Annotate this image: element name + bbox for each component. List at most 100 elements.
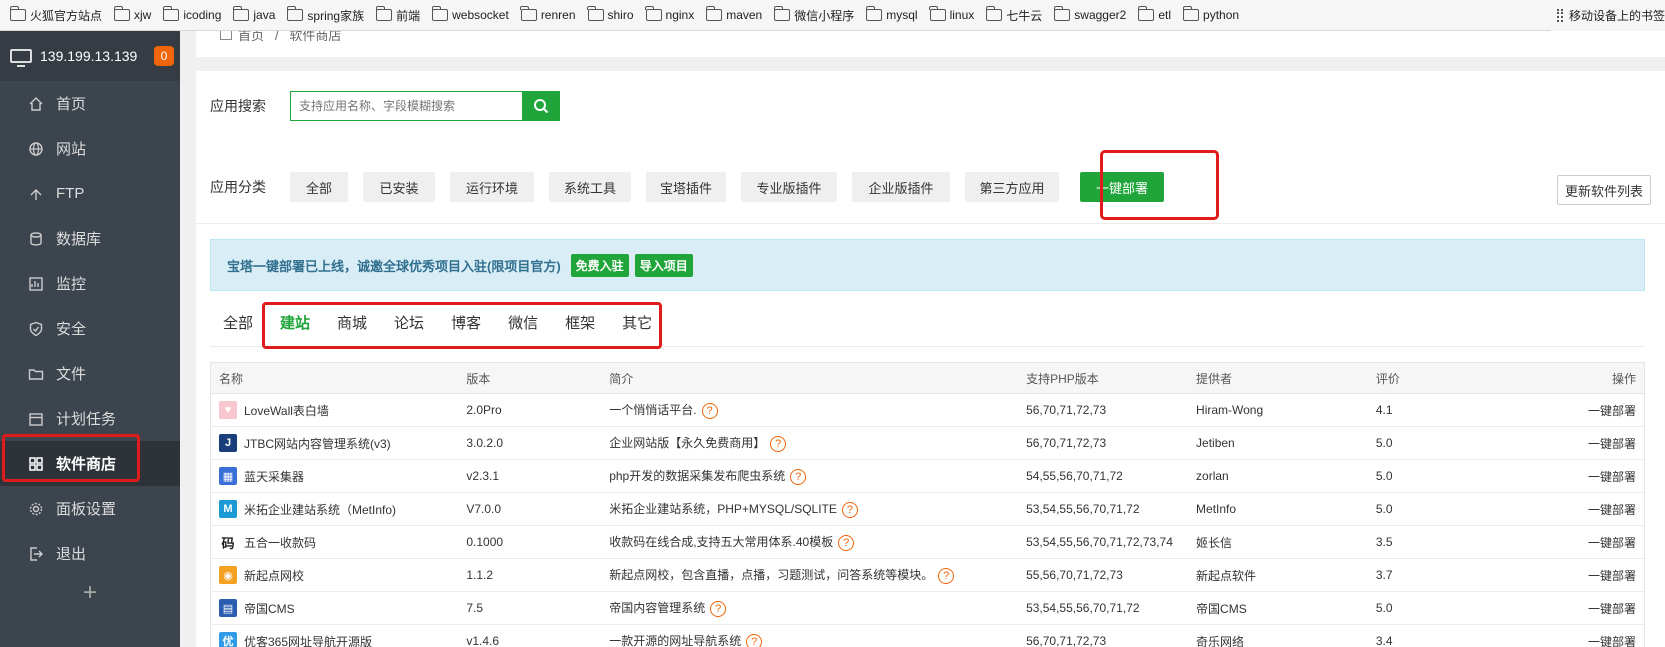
desc-text: 米拓企业建站系统，PHP+MYSQL/SQLITE	[609, 502, 837, 517]
bookmark-folder[interactable]: 前端	[375, 6, 420, 24]
deploy-button[interactable]: 一键部署	[1477, 459, 1645, 493]
desc-text: 一个悄悄话平台.	[609, 403, 697, 418]
bookmark-folder[interactable]: java	[232, 6, 275, 22]
globe-icon	[28, 141, 44, 157]
help-icon[interactable]: ?	[746, 633, 763, 647]
table-row: M 米拓企业建站系统（MetInfo) V7.0.0 米拓企业建站系统，PHP+MYS…	[210, 492, 1645, 526]
deploy-button[interactable]: 一键部署	[1477, 393, 1645, 427]
table-header: 名称 版本 简介 支持PHP版本 提供者 评价 操作	[210, 362, 1645, 394]
sidebar-item[interactable]: 退出	[0, 531, 180, 576]
bookmark-folder[interactable]: 火狐官方站点	[9, 6, 103, 24]
bookmark-folder[interactable]: spring家族	[287, 6, 364, 24]
sidebar-item[interactable]: 文件	[0, 351, 180, 396]
deploy-button[interactable]: 一键部署	[1477, 591, 1645, 625]
bookmark-folder[interactable]: linux	[929, 6, 974, 22]
category-button[interactable]: 系统工具	[549, 172, 631, 202]
bookmark-folder[interactable]: renren	[520, 6, 576, 22]
help-icon[interactable]: ?	[790, 468, 807, 485]
update-list-button[interactable]: 更新软件列表	[1557, 175, 1651, 205]
help-icon[interactable]: ?	[701, 402, 718, 419]
cell-name: ◉ 新起点网校	[210, 558, 459, 592]
import-project-button[interactable]: 导入项目	[634, 253, 693, 277]
category-button[interactable]: 专业版插件	[741, 172, 837, 202]
sidebar-item[interactable]: 监控	[0, 261, 180, 306]
help-icon[interactable]: ?	[838, 534, 855, 551]
folder-icon	[375, 6, 393, 21]
category-button[interactable]: 已安装	[363, 172, 435, 202]
cell-provider[interactable]: zorlan	[1188, 459, 1368, 493]
sidebar-item[interactable]: 面板设置	[0, 486, 180, 531]
bookmark-folder[interactable]: websocket	[431, 6, 509, 22]
shield-icon	[28, 321, 44, 337]
help-icon[interactable]: ?	[710, 600, 727, 617]
folder-icon	[431, 6, 449, 21]
free-join-button[interactable]: 免费入驻	[570, 253, 629, 277]
cell-version: 7.5	[458, 591, 602, 625]
category-button[interactable]: 宝塔插件	[646, 172, 726, 202]
deploy-button[interactable]: 一键部署	[1477, 558, 1645, 592]
bookmark-label: python	[1203, 8, 1240, 22]
category-button[interactable]: 全部	[290, 172, 348, 202]
app-logo-icon: J	[219, 434, 237, 452]
server-info[interactable]: 139.199.13.139	[0, 31, 180, 81]
cell-desc: 一个悄悄话平台.?	[601, 393, 1019, 427]
help-icon[interactable]: ?	[938, 567, 955, 584]
app-logo-icon: ◉	[219, 566, 237, 584]
message-badge[interactable]: 0	[154, 46, 174, 66]
bookmark-folder[interactable]: xjw	[113, 6, 151, 22]
app-name-text: 五合一收款码	[244, 535, 317, 550]
cell-name: M 米拓企业建站系统（MetInfo)	[210, 492, 459, 526]
category-button[interactable]: 第三方应用	[965, 172, 1059, 202]
bookmark-folder[interactable]: 七牛云	[985, 6, 1042, 24]
cell-provider[interactable]: MetInfo	[1188, 492, 1368, 526]
bookmark-folder[interactable]: icoding	[162, 6, 221, 22]
sidebar-item[interactable]: 网站	[0, 126, 180, 171]
app-logo-icon: ♥	[219, 401, 237, 419]
bookmark-folder[interactable]: maven	[705, 6, 762, 22]
help-icon[interactable]: ?	[770, 435, 787, 452]
cell-provider[interactable]: 帝国CMS	[1188, 591, 1368, 625]
category-button[interactable]: 企业版插件	[852, 172, 950, 202]
sidebar-item[interactable]: 安全	[0, 306, 180, 351]
cell-provider[interactable]: 奇乐网络	[1188, 624, 1368, 647]
folder-icon	[929, 6, 946, 21]
sidebar-item-label: FTP	[56, 185, 85, 202]
cell-provider[interactable]: Jetiben	[1188, 426, 1368, 460]
bookmark-folder[interactable]: etl	[1137, 6, 1171, 22]
bookmark-folder[interactable]: shiro	[587, 6, 634, 22]
bookmark-folder[interactable]: 微信小程序	[773, 6, 854, 24]
deploy-button[interactable]: 一键部署	[1477, 426, 1645, 460]
cell-provider[interactable]: Hiram-Wong	[1188, 393, 1368, 427]
sidebar-item[interactable]: FTP	[0, 171, 180, 216]
category-buttons: 全部 已安装 运行环境 系统工具 宝塔插件 专业版插件 企业版插件 第三方应用 一键部署	[290, 172, 1179, 202]
sidebar-item[interactable]: 首页	[0, 81, 180, 126]
deploy-button[interactable]: 一键部署	[1477, 624, 1645, 647]
sidebar-item[interactable]: 计划任务	[0, 396, 180, 441]
bookmark-folder[interactable]: nginx	[645, 6, 694, 22]
deploy-button[interactable]: 一键部署	[1477, 525, 1645, 559]
bookmark-folder[interactable]: swagger2	[1053, 6, 1126, 22]
bookmark-folder[interactable]: mysql	[865, 6, 918, 22]
search-button[interactable]	[522, 91, 560, 121]
search-input[interactable]	[290, 91, 522, 121]
cell-provider[interactable]: 姬长信	[1188, 525, 1368, 559]
folder-icon	[520, 6, 537, 21]
cell-provider[interactable]: 新起点软件	[1188, 558, 1368, 592]
mobile-bookmarks[interactable]: 移动设备上的书签	[1550, 0, 1665, 31]
bookmark-label: 火狐官方站点	[30, 8, 103, 23]
server-monitor-icon	[10, 49, 32, 67]
deploy-button[interactable]: 一键部署	[1477, 492, 1645, 526]
sidebar-item[interactable]: 软件商店	[0, 441, 180, 486]
bookmark-folder[interactable]: python	[1182, 6, 1240, 22]
search-icon	[534, 99, 549, 114]
breadcrumb-home[interactable]: 首页	[238, 31, 264, 43]
app-name: ▦ 蓝天采集器	[219, 467, 458, 485]
help-icon[interactable]: ?	[841, 501, 858, 518]
subtab[interactable]: 全部	[223, 312, 253, 333]
bookmark-label: websocket	[452, 8, 509, 22]
category-button[interactable]: 运行环境	[450, 172, 534, 202]
cell-name: ▦ 蓝天采集器	[210, 459, 459, 493]
add-icon[interactable]: +	[0, 579, 180, 607]
sidebar-item-label: 监控	[56, 276, 87, 293]
sidebar-item[interactable]: 数据库	[0, 216, 180, 261]
